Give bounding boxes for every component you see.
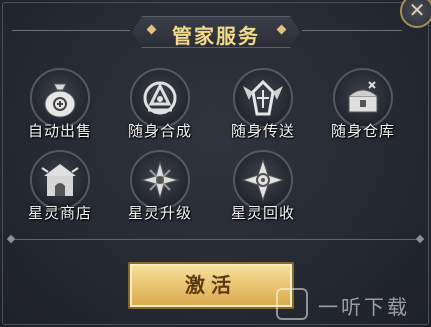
watermark-text: 一听下载 (318, 295, 410, 319)
title-line-right (302, 30, 402, 31)
upgrade-star-icon (130, 150, 190, 210)
panel-title: 管家服务 (172, 24, 260, 48)
anvil-emblem-icon (130, 68, 190, 128)
service-spirit-upgrade[interactable]: 星灵升级 (110, 150, 210, 232)
close-x-icon: ✕ (408, 0, 426, 22)
money-bag-icon (30, 68, 90, 128)
treasure-chest-icon (333, 68, 393, 128)
service-label: 自动出售 (27, 122, 92, 140)
service-spirit-recycle[interactable]: 星灵回收 (213, 150, 313, 232)
service-label: 星灵升级 (127, 204, 192, 222)
divider-line (10, 239, 420, 240)
winged-portal-icon (233, 68, 293, 128)
service-portable-synthesis[interactable]: 随身合成 (110, 68, 210, 150)
shop-building-icon (30, 150, 90, 210)
divider-dot-left-icon (6, 234, 16, 244)
service-label: 随身仓库 (330, 122, 395, 140)
service-label: 星灵商店 (27, 204, 92, 222)
service-label: 星灵回收 (230, 204, 295, 222)
watermark-logo-icon (276, 288, 308, 320)
service-auto-sell[interactable]: 自动出售 (10, 68, 110, 150)
service-label: 随身传送 (230, 122, 295, 140)
service-portable-teleport[interactable]: 随身传送 (213, 68, 313, 150)
butler-service-panel: 管家服务 ✕ 自动出售 随身合成 随身传送 随身仓库 星灵商店 星灵升级 星灵回… (0, 0, 431, 327)
service-portable-storage[interactable]: 随身仓库 (313, 68, 413, 150)
service-label: 随身合成 (127, 122, 192, 140)
recycle-star-icon (233, 150, 293, 210)
title-bar: 管家服务 (0, 14, 431, 48)
title-line-left (12, 30, 130, 31)
service-spirit-shop[interactable]: 星灵商店 (10, 150, 110, 232)
divider-dot-right-icon (415, 234, 425, 244)
activate-button[interactable]: 激活 (128, 262, 294, 309)
